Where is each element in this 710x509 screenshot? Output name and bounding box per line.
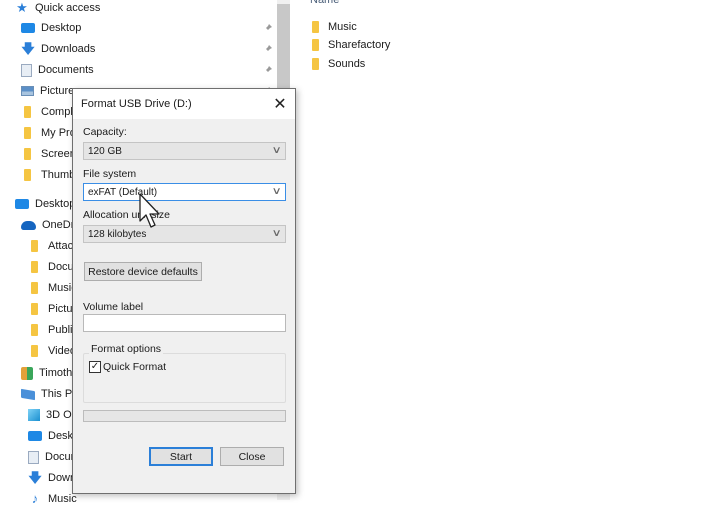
quick-format-checkbox[interactable]: ✓ (89, 361, 101, 373)
volume-label-input[interactable] (83, 314, 286, 332)
pin-icon[interactable] (263, 44, 273, 54)
chevron-down-icon: ∨ (271, 145, 282, 156)
folder-icon (24, 148, 31, 160)
folder-icon (312, 58, 319, 70)
capacity-dropdown[interactable]: 120 GB ∨ (83, 142, 286, 160)
music-icon: ♪ (31, 491, 39, 506)
folder-icon (31, 282, 38, 294)
nav-item[interactable]: Desktop (0, 18, 277, 38)
folder-icon (312, 21, 319, 33)
file-item[interactable]: Sounds (312, 55, 365, 73)
format-options-label: Format options (89, 343, 164, 355)
dialog-title: Format USB Drive (D:) (81, 98, 192, 110)
file-name: Sounds (328, 58, 366, 70)
close-button[interactable]: Close (220, 447, 284, 466)
documents-icon (21, 63, 32, 77)
folder-icon (31, 345, 38, 357)
folder-icon (24, 169, 31, 181)
this-pc-icon (21, 388, 35, 400)
nav-item[interactable]: 🡇 Downloads (0, 39, 277, 59)
file-name: Sharefactory (328, 39, 391, 51)
format-progress-bar (83, 410, 286, 422)
nav-item-label: Documents (38, 64, 94, 76)
allocation-unit-dropdown[interactable]: 128 kilobytes ∨ (83, 225, 286, 243)
nav-item-label: Desktop (41, 22, 82, 34)
dialog-titlebar[interactable]: Format USB Drive (D:) ✕ (73, 89, 295, 119)
chevron-down-icon: ∨ (271, 186, 282, 197)
pin-icon[interactable] (263, 23, 273, 33)
folder-icon (31, 261, 38, 273)
nav-item-label: Quick access (35, 2, 101, 14)
folder-icon (312, 39, 319, 51)
quick-format-checkbox-row[interactable]: ✓ Quick Format (89, 361, 166, 373)
navigation-scrollbar-thumb[interactable] (277, 4, 290, 92)
chevron-down-icon: ∨ (271, 228, 282, 239)
file-system-dropdown[interactable]: exFAT (Default) ∨ (83, 183, 286, 201)
nav-item[interactable]: ★ Quick access (0, 0, 277, 18)
star-icon: ★ (16, 0, 28, 15)
desktop-icon (21, 23, 35, 33)
3d-objects-icon (28, 409, 40, 421)
nav-item[interactable]: Documents (0, 60, 277, 80)
desktop-icon (28, 431, 42, 441)
download-icon: 🡇 (21, 41, 35, 56)
start-button[interactable]: Start (149, 447, 213, 466)
nav-item-label: Music (48, 493, 77, 505)
nav-item-label: Downloads (41, 43, 96, 55)
user-folder-icon (21, 366, 33, 380)
download-icon: 🡇 (28, 470, 42, 485)
restore-defaults-button[interactable]: Restore device defaults (84, 262, 202, 281)
folder-icon (31, 240, 38, 252)
file-name: Music (328, 21, 357, 33)
folder-icon (31, 324, 38, 336)
format-dialog: Format USB Drive (D:) ✕ Capacity: 120 GB… (72, 88, 296, 494)
mouse-cursor-icon (139, 193, 160, 228)
content-pane: Name Music Sharefactory Sounds (290, 0, 710, 500)
pictures-icon (21, 86, 34, 96)
file-item[interactable]: Music (312, 18, 357, 36)
capacity-label: Capacity: (83, 126, 127, 138)
documents-icon (28, 450, 39, 464)
volume-label-label: Volume label (83, 301, 144, 313)
file-system-label: File system (83, 168, 137, 180)
nav-item-label: Desktop (35, 198, 76, 210)
folder-icon (24, 127, 31, 139)
close-icon[interactable]: ✕ (265, 89, 295, 119)
capacity-value: 120 GB (88, 145, 122, 157)
folder-icon (31, 303, 38, 315)
desktop-icon (15, 199, 29, 209)
pin-icon[interactable] (263, 65, 273, 75)
quick-format-label: Quick Format (103, 361, 167, 373)
folder-icon (24, 106, 31, 118)
cloud-icon (21, 220, 36, 230)
column-header-name[interactable]: Name (310, 0, 339, 6)
file-item[interactable]: Sharefactory (312, 36, 390, 54)
